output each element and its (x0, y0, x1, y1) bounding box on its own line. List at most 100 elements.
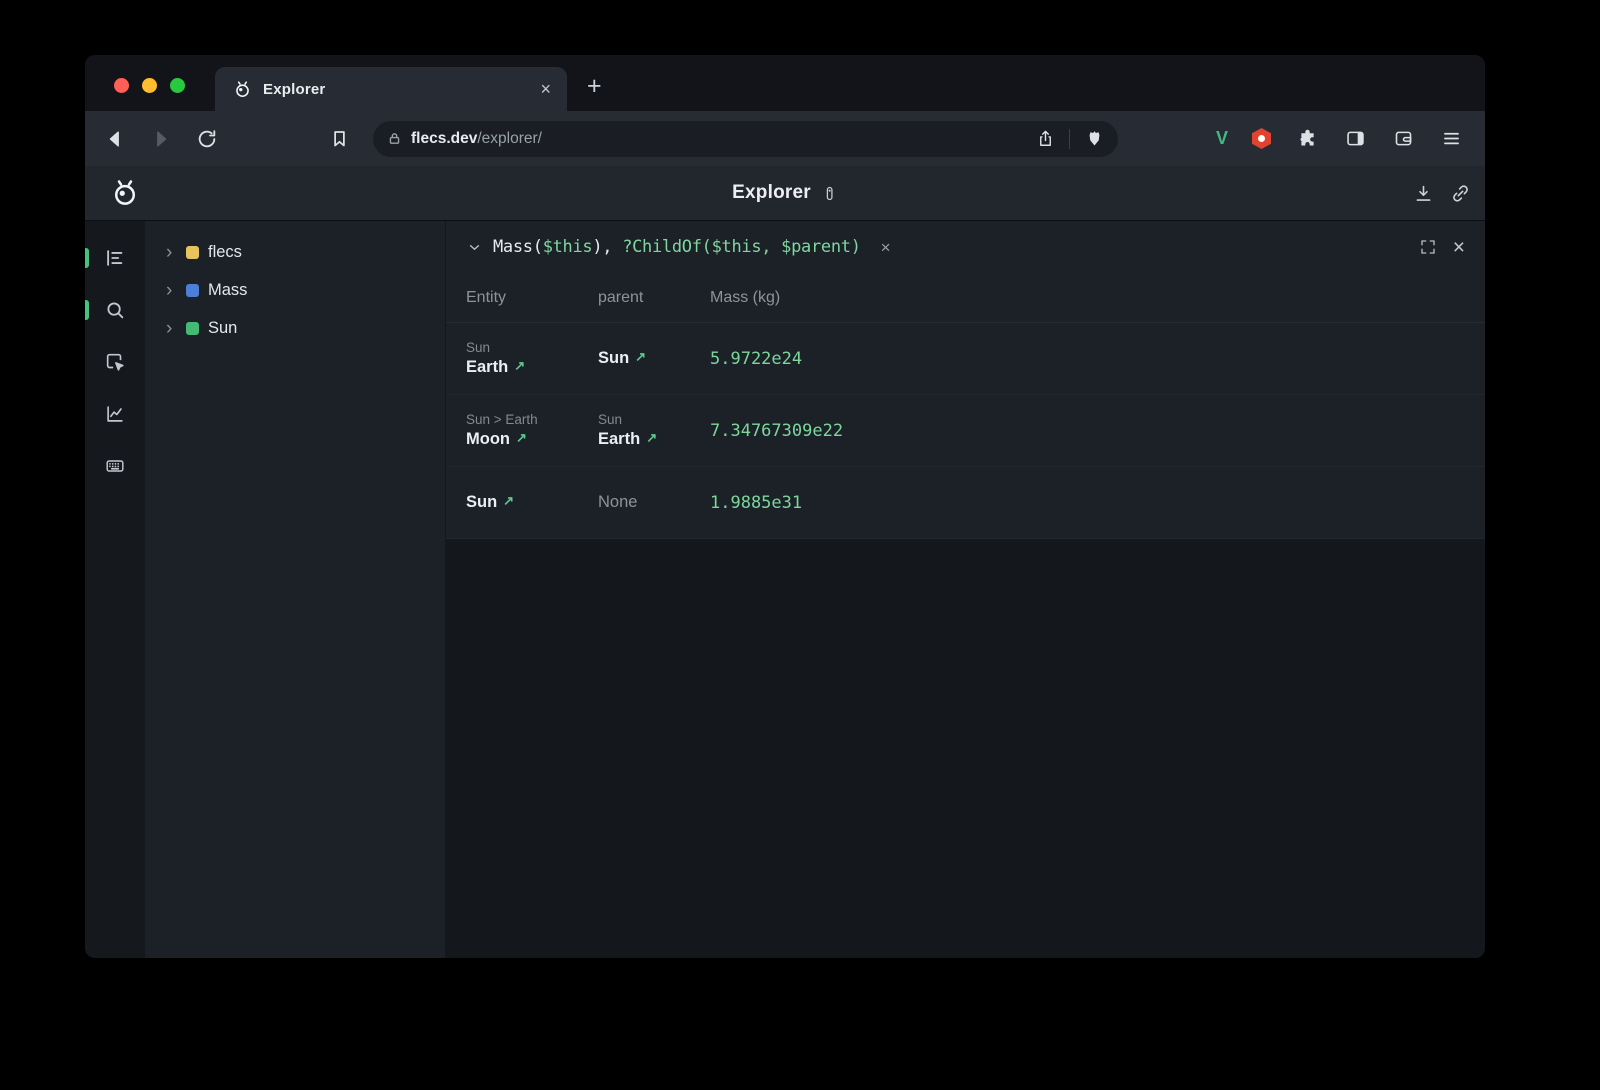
vue-devtools-extension-icon[interactable]: V (1216, 128, 1228, 149)
divider (1069, 129, 1070, 149)
chevron-right-icon[interactable]: › (166, 319, 177, 338)
sidebar-toggle-icon[interactable] (1343, 127, 1367, 151)
close-window-button[interactable] (114, 78, 129, 93)
chevron-right-icon[interactable]: › (166, 281, 177, 300)
parent-name: None (598, 493, 637, 512)
empty-results-area (446, 539, 1485, 958)
download-icon[interactable] (1413, 183, 1434, 204)
hexagon-extension-icon[interactable] (1252, 128, 1271, 149)
forward-button[interactable] (149, 127, 173, 151)
url-domain: flecs.dev (411, 130, 477, 147)
mass-value: 1.9885e31 (710, 493, 802, 513)
module-color-square (186, 246, 199, 259)
table-row: Sun ↗ None 1.9885e31 (446, 467, 1485, 539)
parent-link[interactable]: Earth ↗ (598, 430, 710, 449)
chevron-down-icon[interactable] (466, 239, 483, 256)
back-button[interactable] (103, 127, 127, 151)
header-actions (1413, 183, 1485, 204)
tab-explorer[interactable]: Explorer × (215, 67, 567, 111)
query-expression[interactable]: Mass($this), ?ChildOf($this, $parent) (493, 237, 861, 257)
parent-cell: Sun ↗ (598, 349, 710, 368)
reload-button[interactable] (195, 127, 219, 151)
link-icon[interactable] (1450, 183, 1471, 204)
mass-cell: 1.9885e31 (710, 493, 1485, 513)
entity-cell: Sun > Earth Moon ↗ (466, 412, 598, 449)
wallet-icon[interactable] (1391, 127, 1415, 151)
active-indicator (85, 248, 89, 268)
table-row: Sun Earth ↗ Sun ↗ 5.9722e24 (446, 323, 1485, 395)
brave-shields-icon[interactable] (1082, 127, 1106, 151)
entity-name: Earth (466, 358, 508, 377)
entity-link[interactable]: Moon ↗ (466, 430, 598, 449)
parent-parent-path: Sun (598, 412, 710, 427)
active-indicator (85, 300, 89, 320)
parent-cell: Sun Earth ↗ (598, 412, 710, 449)
parent-none: None (598, 493, 710, 512)
entity-cell: Sun ↗ (466, 493, 598, 512)
tree-item-label: flecs (208, 243, 242, 262)
address-bar[interactable]: flecs.dev/explorer/ (373, 121, 1118, 157)
extensions-puzzle-icon[interactable] (1295, 127, 1319, 151)
flecs-favicon-icon (233, 80, 252, 99)
table-header: Entity parent Mass (kg) (446, 273, 1485, 323)
mass-value: 7.34767309e22 (710, 421, 843, 441)
connection-remote-icon[interactable] (821, 185, 838, 202)
entity-link[interactable]: Earth ↗ (466, 358, 598, 377)
stats-chart-icon[interactable] (100, 399, 130, 429)
open-entity-arrow-icon[interactable]: ↗ (516, 430, 527, 446)
query-actions: × (1419, 237, 1465, 258)
tree-item-label: Sun (208, 319, 237, 338)
inspect-icon[interactable] (100, 347, 130, 377)
lock-icon (387, 131, 402, 146)
expand-fullscreen-icon[interactable] (1419, 238, 1437, 256)
query-bar: Mass($this), ?ChildOf($this, $parent) × … (446, 221, 1485, 273)
query-token: ( (533, 237, 543, 257)
parent-cell: None (598, 493, 710, 512)
open-entity-arrow-icon[interactable]: ↗ (514, 358, 525, 374)
share-icon[interactable] (1033, 127, 1057, 151)
query-token: ), (592, 237, 622, 257)
tree-item-mass[interactable]: › Mass (145, 271, 445, 309)
tab-close-icon[interactable]: × (540, 80, 551, 98)
query-token: Mass (493, 237, 533, 257)
search-query-icon[interactable] (100, 295, 130, 325)
tree-item-label: Mass (208, 281, 247, 300)
zoom-window-button[interactable] (170, 78, 185, 93)
address-bar-actions (1033, 127, 1106, 151)
close-panel-icon[interactable]: × (1453, 237, 1465, 258)
minimize-window-button[interactable] (142, 78, 157, 93)
explorer-header: Explorer (85, 166, 1485, 221)
open-entity-arrow-icon[interactable]: ↗ (635, 349, 646, 365)
entity-link[interactable]: Sun ↗ (466, 493, 598, 512)
page-title: Explorer (732, 182, 811, 204)
entity-tree-icon[interactable] (100, 243, 130, 273)
entity-color-square (186, 322, 199, 335)
entity-parent-path: Sun (466, 340, 598, 355)
tree-item-sun[interactable]: › Sun (145, 309, 445, 347)
entity-parent-path: Sun > Earth (466, 412, 598, 427)
open-entity-arrow-icon[interactable]: ↗ (646, 430, 657, 446)
entity-cell: Sun Earth ↗ (466, 340, 598, 377)
open-entity-arrow-icon[interactable]: ↗ (503, 493, 514, 509)
bookmark-icon[interactable] (327, 127, 351, 151)
flecs-logo-icon (110, 178, 140, 208)
chevron-right-icon[interactable]: › (166, 243, 177, 262)
query-panel: Mass($this), ?ChildOf($this, $parent) × … (445, 221, 1485, 958)
column-header-entity: Entity (466, 289, 598, 307)
parent-link[interactable]: Sun ↗ (598, 349, 710, 368)
query-token: ?ChildOf($this, $parent) (622, 237, 860, 257)
commands-keyboard-icon[interactable] (100, 451, 130, 481)
content: › flecs › Mass › Sun (85, 221, 1485, 958)
tree-item-flecs[interactable]: › flecs (145, 233, 445, 271)
toolbar-extensions: V (1216, 127, 1463, 151)
parent-name: Earth (598, 430, 640, 449)
clear-query-icon[interactable]: × (881, 239, 891, 256)
mass-cell: 7.34767309e22 (710, 421, 1485, 441)
menu-hamburger-icon[interactable] (1439, 127, 1463, 151)
new-tab-button[interactable]: + (587, 74, 602, 99)
parent-name: Sun (598, 349, 629, 368)
entity-name: Moon (466, 430, 510, 449)
hexagon-center-dot (1258, 135, 1265, 142)
navigation-bar: flecs.dev/explorer/ V (85, 111, 1485, 166)
column-header-parent: parent (598, 289, 710, 307)
